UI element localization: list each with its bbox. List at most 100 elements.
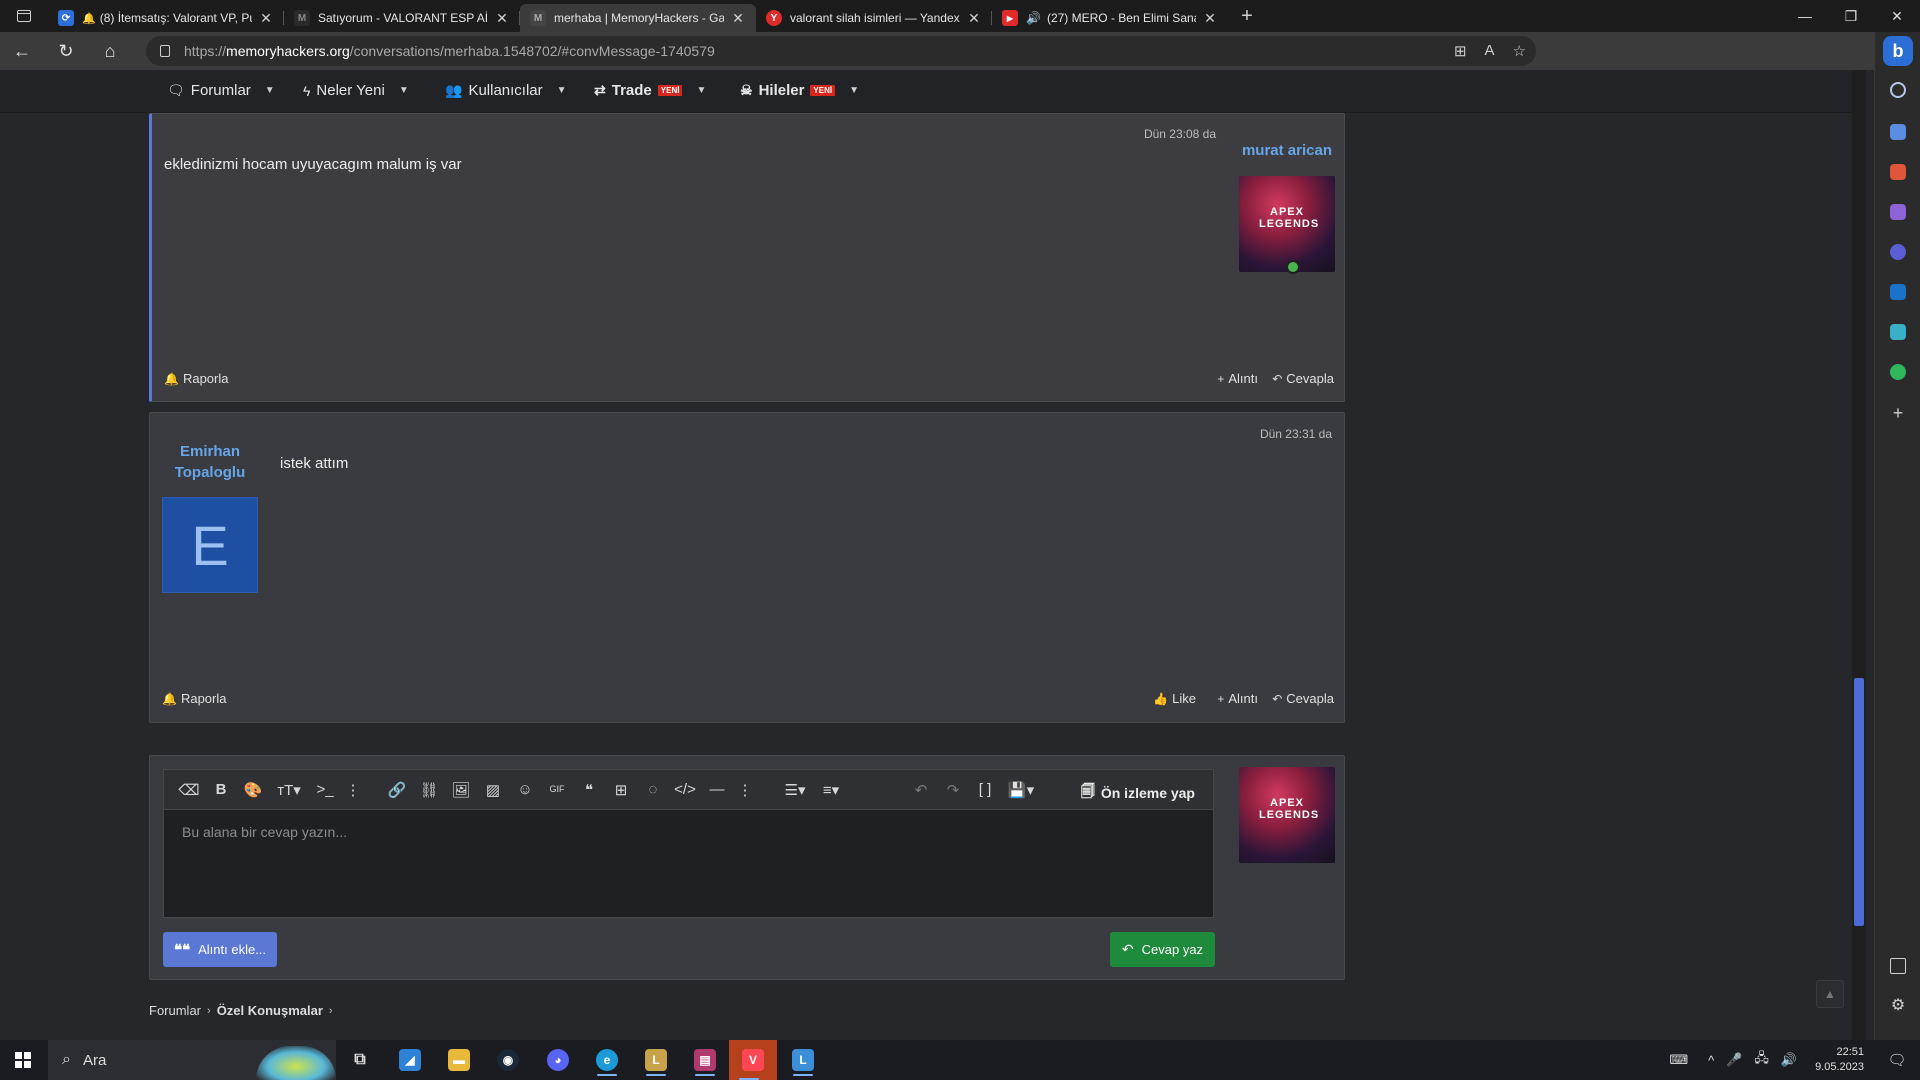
report-button[interactable]: 🔔 Raporla: [162, 691, 226, 706]
taskbar-app-edge[interactable]: e: [587, 1044, 627, 1076]
reply-textarea[interactable]: Bu alana bir cevap yazın...: [163, 809, 1214, 918]
taskbar-clock[interactable]: 22:51 9.05.2023: [1815, 1045, 1864, 1075]
message-timestamp[interactable]: Dün 23:31 da: [1260, 427, 1332, 441]
unlink-icon[interactable]: ⛓: [418, 781, 440, 799]
quote-icon[interactable]: ❝: [578, 781, 600, 799]
task-view-button[interactable]: ⧉: [340, 1044, 380, 1076]
taskbar-app[interactable]: L: [636, 1044, 676, 1076]
network-icon[interactable]: 🖧: [1754, 1049, 1769, 1071]
quote-button[interactable]: + Alıntı: [1217, 691, 1258, 706]
taskbar-app-valorant[interactable]: V: [729, 1040, 777, 1080]
tree-icon[interactable]: [1890, 364, 1906, 380]
browser-tab[interactable]: ⟳ 🔔 (8) İtemsatış: Valorant VP, Pu ✕: [48, 4, 284, 32]
tools-icon[interactable]: [1890, 164, 1906, 180]
more-options-icon[interactable]: ⋮: [734, 781, 756, 799]
send-icon[interactable]: [1890, 324, 1906, 340]
current-user-avatar[interactable]: APEX LEGENDS: [1239, 767, 1335, 863]
notification-center-icon[interactable]: 🗨: [1882, 1051, 1912, 1069]
report-button[interactable]: 🔔 Raporla: [164, 371, 228, 386]
author-avatar[interactable]: APEX LEGENDS: [1239, 176, 1335, 272]
scroll-to-top-button[interactable]: ▲: [1816, 980, 1844, 1008]
office-icon[interactable]: [1890, 244, 1906, 260]
new-tab-button[interactable]: +: [1232, 5, 1262, 28]
bold-icon[interactable]: B: [210, 781, 232, 798]
browser-tab[interactable]: M Satıyorum - VALORANT ESP AİM ✕: [284, 4, 520, 32]
text-size-icon[interactable]: тT▾: [274, 781, 304, 799]
page-scrollbar[interactable]: [1852, 70, 1866, 1040]
author-avatar[interactable]: E: [162, 497, 258, 593]
taskbar-app[interactable]: ◕: [538, 1044, 578, 1076]
list-icon[interactable]: ☰▾: [780, 781, 810, 799]
message-author[interactable]: murat arican: [1222, 142, 1332, 159]
chevron-down-icon[interactable]: ▼: [557, 85, 567, 96]
code-inline-icon[interactable]: >_: [314, 781, 336, 798]
minimize-icon[interactable]: —: [1782, 0, 1828, 32]
close-tab-icon[interactable]: ✕: [494, 10, 510, 27]
redo-icon[interactable]: ↷: [942, 781, 964, 799]
message-timestamp[interactable]: Dün 23:08 da: [1144, 127, 1216, 141]
browser-tab-active[interactable]: M merhaba | MemoryHackers - Gar ✕: [520, 4, 756, 32]
taskbar-search[interactable]: ⌕ Ara: [48, 1040, 336, 1080]
chevron-down-icon[interactable]: ▼: [265, 85, 275, 96]
shopping-tag-icon[interactable]: [1890, 124, 1906, 140]
microphone-icon[interactable]: 🎤: [1726, 1052, 1742, 1068]
palette-icon[interactable]: 🎨: [242, 781, 264, 799]
horizontal-rule-icon[interactable]: —: [706, 781, 728, 798]
chevron-down-icon[interactable]: ▼: [696, 85, 706, 96]
games-icon[interactable]: [1890, 204, 1906, 220]
browser-tab[interactable]: Y valorant silah isimleri — Yandex ✕: [756, 4, 992, 32]
bbcode-toggle-icon[interactable]: [ ]: [974, 781, 996, 798]
submit-reply-button[interactable]: ↶ Cevap yaz: [1110, 932, 1215, 967]
bing-chat-icon[interactable]: b: [1883, 36, 1913, 66]
restore-icon[interactable]: ❐: [1828, 0, 1874, 32]
image-icon[interactable]: ▨: [482, 781, 504, 799]
taskbar-app[interactable]: L: [783, 1044, 823, 1076]
chevron-up-icon[interactable]: ^: [1708, 1053, 1714, 1068]
browser-tab[interactable]: ▶ 🔊 (27) MERO - Ben Elimi Sana ✕: [992, 4, 1228, 32]
media-icon[interactable]: 🖼: [450, 781, 472, 799]
undo-icon[interactable]: ↶: [910, 781, 932, 799]
message-author[interactable]: Emirhan Topaloglu: [162, 441, 258, 483]
close-tab-icon[interactable]: ✕: [966, 10, 982, 27]
taskbar-app[interactable]: ▤: [685, 1044, 725, 1076]
read-aloud-icon[interactable]: A: [1485, 42, 1495, 60]
nav-neler-yeni[interactable]: ϟ Neler Yeni ▼: [303, 82, 409, 99]
nav-trade[interactable]: ⇄ Trade YENİ ▼: [594, 82, 706, 99]
drafts-icon[interactable]: 💾▾: [1006, 781, 1036, 799]
refresh-icon[interactable]: ↻: [44, 32, 88, 70]
like-button[interactable]: 👍 Like: [1153, 691, 1196, 706]
reply-button[interactable]: ↶ Cevapla: [1272, 691, 1334, 706]
smiley-icon[interactable]: ☺: [514, 781, 536, 798]
breadcrumb-item[interactable]: Forumlar: [149, 1003, 201, 1018]
close-tab-icon[interactable]: ✕: [258, 10, 274, 27]
eraser-icon[interactable]: ⌫: [178, 781, 200, 799]
nav-kullanicilar[interactable]: 👥 Kullanıcılar ▼: [445, 82, 567, 99]
add-sidebar-icon[interactable]: +: [1890, 404, 1906, 422]
nav-hileler[interactable]: ☠ Hileler YENİ ▼: [740, 82, 859, 99]
gif-icon[interactable]: GIF: [546, 784, 568, 794]
home-icon[interactable]: ⌂: [88, 32, 132, 70]
outlook-icon[interactable]: [1890, 284, 1906, 300]
scrollbar-thumb[interactable]: [1854, 678, 1864, 926]
chevron-down-icon[interactable]: ▼: [849, 85, 859, 96]
speaker-icon[interactable]: 🔊: [1026, 11, 1041, 25]
search-icon[interactable]: [1890, 82, 1906, 98]
breadcrumb-item[interactable]: Özel Konuşmalar: [217, 1003, 323, 1018]
tab-actions-button[interactable]: [0, 0, 48, 32]
volume-icon[interactable]: 🔊: [1781, 1052, 1797, 1068]
taskbar-app[interactable]: ▬: [439, 1044, 479, 1076]
close-tab-icon[interactable]: ✕: [1202, 10, 1218, 27]
quote-button[interactable]: + Alıntı: [1217, 371, 1258, 386]
close-tab-icon[interactable]: ✕: [730, 10, 746, 27]
hide-sidebar-icon[interactable]: [1890, 958, 1906, 974]
chevron-down-icon[interactable]: ▼: [399, 85, 409, 96]
table-icon[interactable]: ⊞: [610, 781, 632, 799]
taskbar-app[interactable]: ◉: [488, 1044, 528, 1076]
back-icon[interactable]: ←: [0, 32, 44, 70]
code-icon[interactable]: </>: [674, 781, 696, 798]
nav-forumlar[interactable]: 🗨 Forumlar ▼: [167, 82, 275, 99]
add-quote-button[interactable]: ❝❝ Alıntı ekle...: [163, 932, 277, 967]
url-field[interactable]: https://memoryhackers.org/conversations/…: [146, 36, 1536, 66]
settings-gear-icon[interactable]: ⚙: [1890, 998, 1906, 1014]
app-available-icon[interactable]: ⊞: [1454, 42, 1467, 60]
